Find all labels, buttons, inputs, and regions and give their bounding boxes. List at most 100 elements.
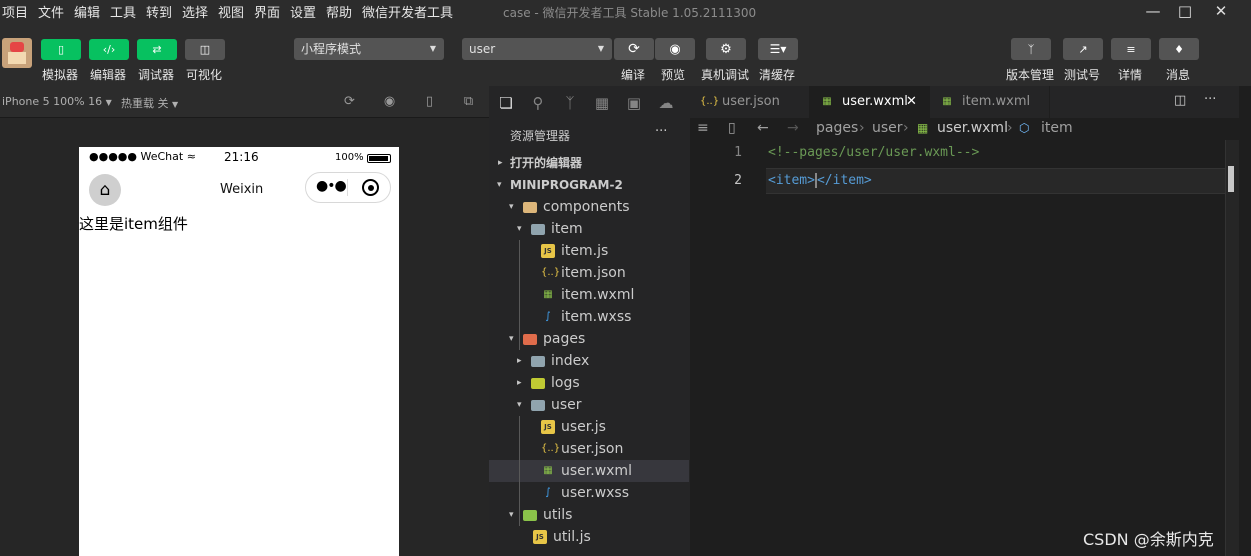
refresh-icon: ⟳ [628,41,640,57]
simulator-toggle-button[interactable]: ▯ [41,39,81,60]
menu-item[interactable]: 设置 [290,2,316,21]
tree-folder[interactable]: ▸ index [489,350,689,372]
line-number: 2 [734,173,742,188]
source-control-icon[interactable]: ᛉ [561,94,579,112]
js-file-icon: JS [533,530,547,544]
bookmark-icon[interactable]: ▯ [728,120,736,136]
tree-item-label: item.wxml [561,287,635,303]
visual-label: 可视化 [186,68,223,82]
wxml-file-icon: ▦ [917,121,929,135]
more-icon[interactable]: ··· [655,124,667,139]
search-icon[interactable]: ⚲ [529,94,547,112]
tree-item-label: util.js [553,529,591,545]
extensions-icon[interactable]: ▦ [593,94,611,112]
indent-guide [519,416,520,526]
tree-folder[interactable]: ▾ item [489,218,689,240]
menu-item[interactable]: 工具 [110,2,136,21]
menu-item[interactable]: 帮助 [326,2,352,21]
hot-reload-select[interactable]: 热重载 关 ▼ [121,95,178,111]
stop-icon[interactable]: ◉ [382,94,397,109]
menu-item[interactable]: 文件 [38,2,64,21]
menu-item[interactable]: 项目 [2,2,28,21]
scrollbar-thumb[interactable] [1228,166,1234,192]
code-icon: ‹/› [102,43,116,56]
wxss-file-icon: ∫ [545,487,551,498]
phone-icon: ▯ [57,43,65,56]
open-editors-section[interactable]: ▸ 打开的编辑器 [489,152,690,174]
back-arrow-icon[interactable]: ← [757,120,769,136]
close-tag: </item> [815,173,872,188]
more-actions-icon[interactable]: ··· [1204,92,1216,107]
chevron-down-icon: ▾ [509,334,514,344]
details-button[interactable]: ≡ [1111,38,1151,60]
tab-user-json[interactable]: {..} user.json [690,86,810,118]
clear-cache-button[interactable]: ☰▾ [758,38,798,60]
project-section[interactable]: ▾ MINIPROGRAM-2 [489,174,690,196]
mode-select[interactable]: 小程序模式 ▼ [294,38,444,60]
avatar[interactable] [2,38,32,68]
wifi-icon: ≈ [186,150,196,163]
preview-button[interactable]: ◉ [655,38,695,60]
editor-scrollbar[interactable] [1225,140,1239,556]
menu-item[interactable]: 微信开发者工具 [362,2,453,21]
tree-folder[interactable]: ▾ user [489,394,689,416]
editor-toggle-button[interactable]: ‹/› [89,39,129,60]
tab-user-wxml[interactable]: ▦ user.wxml ✕ [810,86,930,118]
test-account-button[interactable]: ↗ [1063,38,1103,60]
menu-item[interactable]: 编辑 [74,2,100,21]
code-editor[interactable] [690,140,1225,556]
window-title: case - 微信开发者工具 Stable 1.05.2111300 [503,6,757,20]
tree-folder[interactable]: ▾ components [489,196,689,218]
real-debug-button[interactable]: ⚙ [706,38,746,60]
tree-folder[interactable]: ▸ logs [489,372,689,394]
mode-select-value: 小程序模式 [301,42,362,56]
chevron-right-icon: › [1007,120,1013,136]
breadcrumb-pages[interactable]: pages [816,120,858,136]
phone-icon[interactable]: ▯ [422,94,437,109]
breadcrumb-file[interactable]: user.wxml [937,120,1008,136]
menu-item[interactable]: 选择 [182,2,208,21]
tree-item-label: item.wxss [561,309,632,325]
menu-item[interactable]: 界面 [254,2,280,21]
tree-item-label: item [551,221,583,237]
tree-file[interactable]: JS util.js [489,526,689,548]
maximize-icon[interactable]: □ [1167,0,1203,22]
tree-item-label: item.json [561,265,626,281]
breadcrumb-user[interactable]: user [872,120,903,136]
layers-icon: ☰▾ [769,42,787,56]
breadcrumb-symbol[interactable]: item [1041,120,1073,136]
bell-icon: ♦ [1174,42,1184,56]
home-icon[interactable]: ⌂ [89,174,121,206]
compile-page-select[interactable]: user ▼ [462,38,612,60]
forward-arrow-icon[interactable]: → [787,120,799,136]
visual-toggle-button[interactable]: ◫ [185,39,225,60]
caret-down-icon: ▼ [172,100,179,109]
popout-icon[interactable]: ⧉ [461,94,476,109]
folder-icon [531,224,545,235]
list-icon[interactable]: ≡ [697,120,709,136]
compile-button[interactable]: ⟳ [614,38,654,60]
close-miniprogram-icon[interactable] [362,179,379,196]
debugger-toggle-button[interactable]: ⇄ [137,39,177,60]
split-editor-icon[interactable]: ◫ [1174,93,1186,108]
cloud-icon[interactable]: ☁ [657,94,675,112]
files-icon[interactable]: ❏ [497,94,515,112]
messages-button[interactable]: ♦ [1159,38,1199,60]
device-label: iPhone 5 100% 16 [2,95,103,108]
refresh-icon[interactable]: ⟳ [342,94,357,109]
tab-item-wxml[interactable]: ▦ item.wxml [930,86,1050,118]
minimize-icon[interactable]: — [1135,0,1171,22]
device-select[interactable]: iPhone 5 100% 16 ▼ [2,95,112,108]
menu-item[interactable]: 转到 [146,2,172,21]
menu-item[interactable]: 视图 [218,2,244,21]
outline-icon[interactable]: ▣ [625,94,643,112]
more-dots-icon[interactable]: ●•● [316,178,347,194]
wxml-file-icon: ▦ [942,96,952,107]
close-window-icon[interactable]: ✕ [1203,0,1239,22]
compile-page-value: user [469,42,496,56]
breadcrumb: ≡ ▯ ← → pages › user › ▦ user.wxml › ⬡ i… [690,118,1251,140]
toolbar: ▯ ‹/› ⇄ ◫ 模拟器 编辑器 调试器 可视化 小程序模式 ▼ user ▼… [0,22,1251,86]
version-control-button[interactable]: ᛉ [1011,38,1051,60]
close-tab-icon[interactable]: ✕ [906,86,917,118]
details-label: 详情 [1118,68,1143,82]
